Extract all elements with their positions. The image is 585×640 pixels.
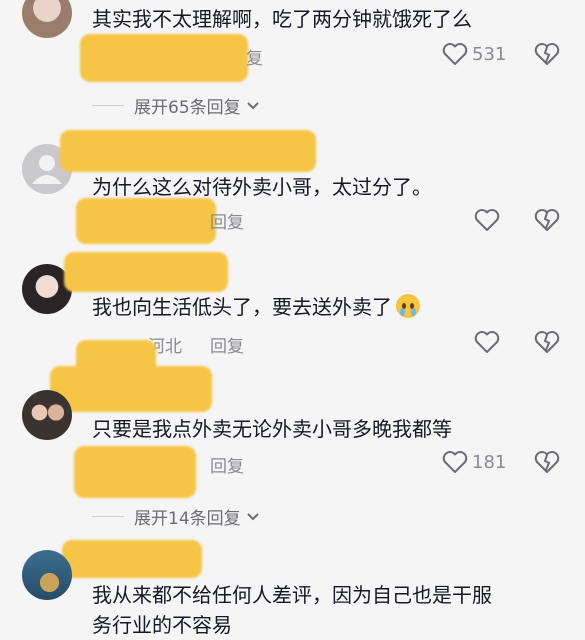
heart-icon — [442, 451, 468, 473]
heart-icon — [442, 43, 468, 65]
heart-icon[interactable] — [474, 330, 500, 354]
reply-button[interactable]: 回复 — [210, 452, 244, 477]
redaction-highlight — [62, 540, 202, 578]
comment-text: 其实我不太理解啊，吃了两分钟就饿死了么 — [92, 7, 472, 31]
like-count: 181 — [472, 451, 507, 473]
broken-heart-icon[interactable] — [534, 450, 560, 474]
broken-heart-icon[interactable] — [534, 330, 560, 354]
redaction-highlight — [60, 130, 316, 172]
redaction-highlight — [76, 198, 216, 244]
reply-button[interactable]: 回复 — [210, 208, 244, 233]
like-count: 531 — [472, 43, 507, 65]
comment-text: 我从来都不给任何人差评，因为自己也是干服 — [92, 583, 492, 607]
comment-text: 我也向生活低头了，要去送外卖了 — [92, 292, 420, 322]
divider — [92, 105, 124, 106]
comment-text: 只要是我点外卖无论外卖小哥多晚我都等 — [92, 417, 452, 441]
expand-replies-button[interactable]: 展开14条回复 — [92, 504, 261, 529]
like-button[interactable]: 181 — [442, 450, 506, 474]
redaction-highlight — [50, 366, 212, 412]
divider — [92, 516, 124, 517]
redaction-highlight — [74, 446, 196, 498]
broken-heart-icon[interactable] — [534, 208, 560, 232]
heart-icon[interactable] — [474, 208, 500, 232]
comment-text: 务行业的不容易 — [92, 613, 232, 637]
avatar[interactable] — [22, 390, 72, 440]
comment-text: 我也向生活低头了，要去送外卖了 — [92, 295, 392, 319]
chevron-down-icon — [246, 101, 259, 109]
redaction-highlight — [80, 34, 248, 82]
expand-replies-button[interactable]: 展开65条回复 — [92, 93, 261, 118]
broken-heart-icon[interactable] — [534, 42, 560, 66]
expand-label: 展开65条回复 — [134, 98, 241, 118]
reply-button[interactable]: 复 — [246, 44, 263, 69]
avatar[interactable] — [22, 550, 72, 600]
redaction-highlight — [64, 252, 228, 292]
expand-label: 展开14条回复 — [134, 509, 241, 529]
like-button[interactable]: 531 — [442, 42, 506, 66]
avatar[interactable] — [22, 0, 72, 38]
reply-button[interactable]: 回复 — [210, 332, 244, 357]
crying-emoji-icon — [396, 294, 420, 318]
chevron-down-icon — [246, 512, 259, 520]
